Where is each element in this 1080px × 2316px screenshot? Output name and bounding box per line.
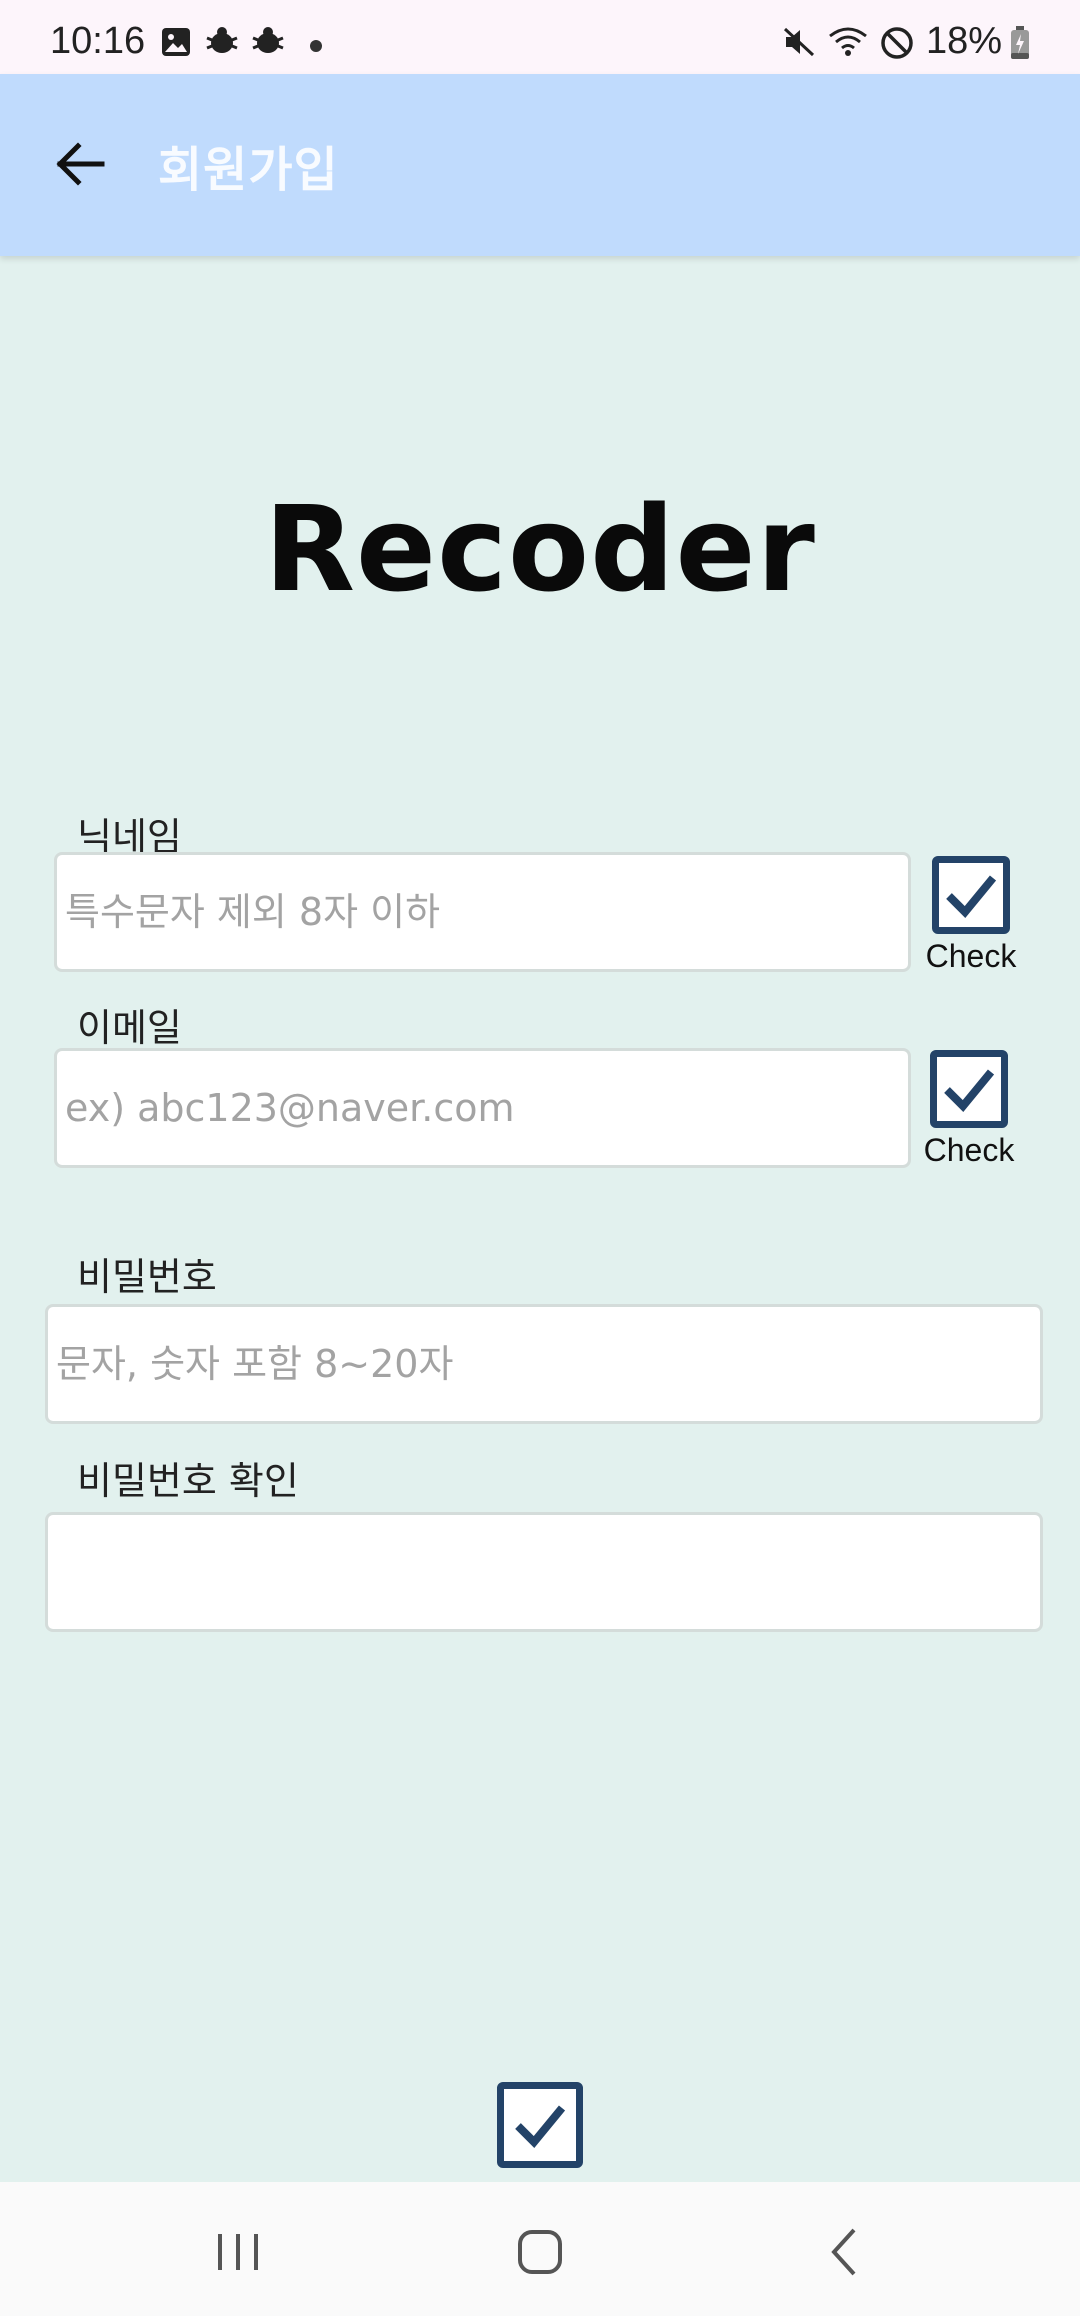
home-button[interactable] bbox=[510, 2222, 570, 2282]
check-box-icon bbox=[515, 2105, 566, 2148]
nav-back-button[interactable] bbox=[814, 2222, 874, 2282]
bug-icon bbox=[204, 26, 240, 62]
password-confirm-label: 비밀번호 확인 bbox=[77, 1459, 299, 1503]
password-label: 비밀번호 bbox=[77, 1255, 217, 1299]
battery-icon bbox=[1010, 26, 1030, 64]
back-button[interactable] bbox=[50, 134, 110, 194]
wifi-icon bbox=[828, 26, 868, 62]
do-not-disturb-icon bbox=[880, 26, 914, 64]
page-title: 회원가입 bbox=[158, 142, 339, 198]
recents-button[interactable] bbox=[208, 2222, 268, 2282]
brand-logo-text: Recoder bbox=[264, 480, 816, 618]
email-label: 이메일 bbox=[77, 1006, 182, 1050]
bug-icon bbox=[250, 26, 286, 62]
nickname-check-button[interactable]: Check bbox=[918, 856, 1024, 975]
chevron-left-icon bbox=[831, 2228, 856, 2276]
nickname-input[interactable] bbox=[54, 852, 911, 972]
recents-icon bbox=[218, 2234, 258, 2270]
check-box-icon bbox=[932, 856, 1010, 934]
password-input[interactable] bbox=[45, 1304, 1043, 1424]
system-nav-bar bbox=[0, 2182, 1080, 2316]
status-time: 10:16 bbox=[50, 20, 146, 62]
submit-button[interactable] bbox=[497, 2082, 583, 2168]
app-bar: 회원가입 bbox=[0, 74, 1080, 256]
password-confirm-input[interactable] bbox=[45, 1512, 1043, 1632]
home-icon bbox=[518, 2230, 562, 2274]
gallery-icon bbox=[160, 26, 192, 62]
status-bar: 10:16 18% bbox=[0, 0, 1080, 74]
check-box-icon bbox=[930, 1050, 1008, 1128]
email-check-button[interactable]: Check bbox=[916, 1050, 1022, 1169]
email-check-label: Check bbox=[923, 1132, 1015, 1168]
battery-level: 18% bbox=[926, 20, 1003, 62]
dot-icon bbox=[310, 40, 322, 52]
arrow-left-icon bbox=[56, 142, 105, 186]
mute-icon bbox=[782, 26, 816, 62]
nickname-check-label: Check bbox=[925, 938, 1017, 974]
email-input[interactable] bbox=[54, 1048, 911, 1168]
